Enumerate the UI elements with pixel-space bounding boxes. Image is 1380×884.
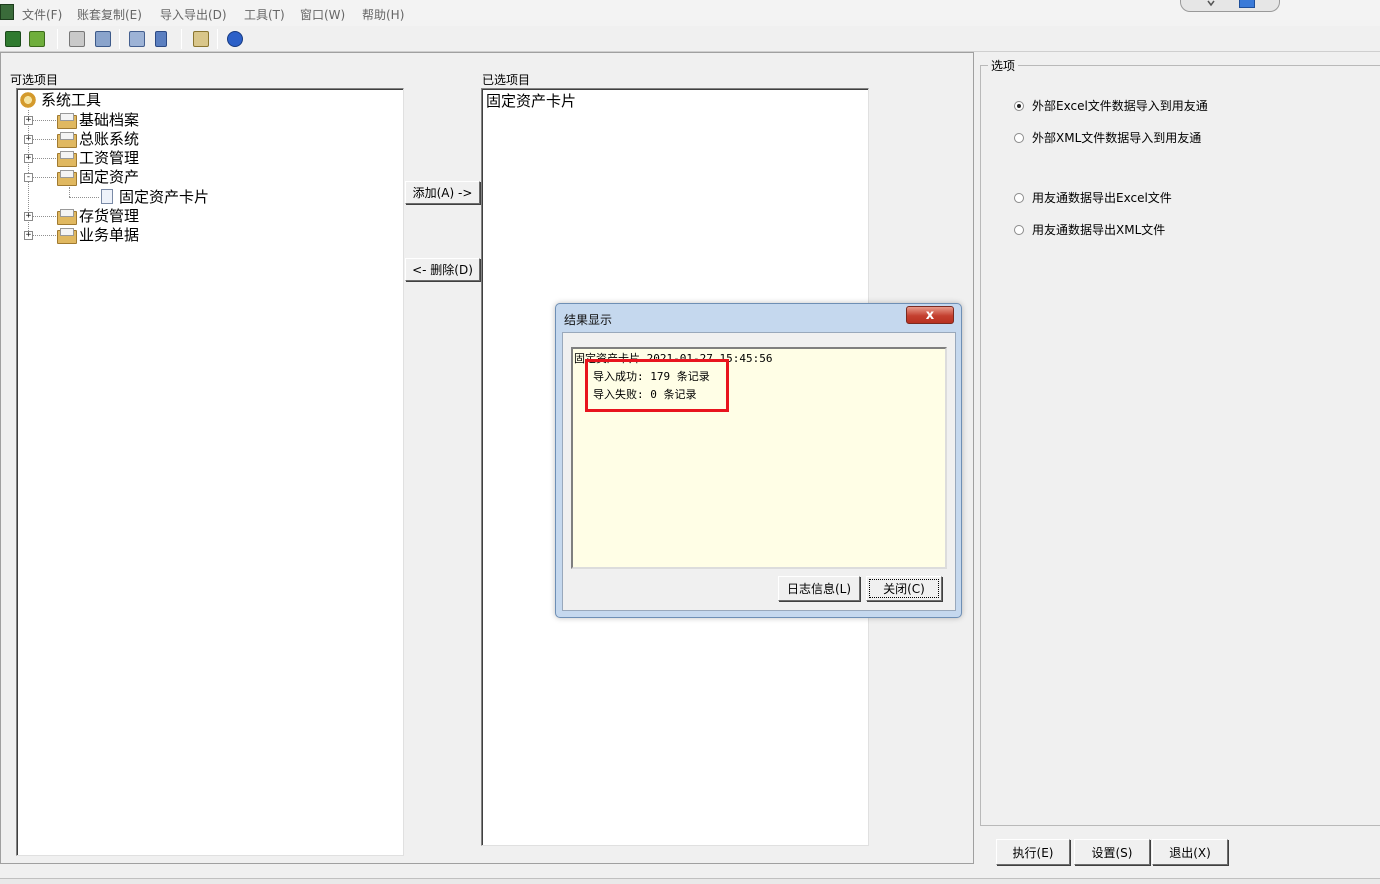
menu-import-export[interactable]: 导入导出(D) <box>160 6 227 23</box>
close-button[interactable]: 关闭(C) <box>866 576 942 601</box>
menu-file[interactable]: 文件(F) <box>22 6 62 23</box>
radio-label: 用友通数据导出XML文件 <box>1032 223 1166 237</box>
radio-label: 用友通数据导出Excel文件 <box>1032 191 1172 205</box>
close-icon[interactable]: x <box>906 306 954 324</box>
expand-icon[interactable]: + <box>24 154 33 163</box>
exit-button[interactable]: 退出(X) <box>1152 839 1228 865</box>
menu-window[interactable]: 窗口(W) <box>300 6 345 23</box>
tree-item-general-ledger[interactable]: 总账系统 <box>57 129 139 148</box>
app-icon <box>0 4 14 20</box>
radio-excel-export[interactable]: 用友通数据导出Excel文件 <box>1014 189 1172 206</box>
help-icon[interactable] <box>225 29 245 49</box>
radio-unchecked-icon[interactable] <box>1014 132 1024 143</box>
folder-icon <box>57 208 77 225</box>
menu-help[interactable]: 帮助(H) <box>362 6 404 23</box>
database-icon[interactable] <box>151 29 171 49</box>
folder-icon <box>57 131 77 148</box>
user-icon[interactable] <box>1239 0 1255 8</box>
copy-window-icon[interactable] <box>93 29 113 49</box>
radio-xml-export[interactable]: 用友通数据导出XML文件 <box>1014 221 1165 238</box>
chevron-down-icon[interactable] <box>1203 0 1219 8</box>
radio-unchecked-icon[interactable] <box>1014 224 1024 235</box>
document-icon <box>101 189 113 204</box>
expand-icon[interactable]: + <box>24 135 33 144</box>
tree-item-label: 固定资产卡片 <box>119 187 210 206</box>
available-items-label: 可选项目 <box>10 73 59 87</box>
execute-button[interactable]: 执行(E) <box>996 839 1070 865</box>
folder-icon <box>57 150 77 167</box>
toolbar-separator <box>57 29 58 49</box>
tree-connector <box>69 187 70 197</box>
result-dialog: 结果显示 x 固定资产卡片 2021-01-27 15:45:56 导入成功: … <box>555 303 962 618</box>
tree-root-label: 系统工具 <box>41 90 102 109</box>
toolbar <box>0 26 1380 52</box>
tree-connector <box>32 235 56 236</box>
selected-items-label: 已选项目 <box>482 73 531 87</box>
expand-icon[interactable]: + <box>24 116 33 125</box>
tree-root[interactable]: 系统工具 <box>19 90 101 109</box>
tree-item-fixed-assets[interactable]: 固定资产 <box>57 167 139 186</box>
menu-bar: 文件(F) 账套复制(E) 导入导出(D) 工具(T) 窗口(W) 帮助(H) <box>0 0 1380 26</box>
tree-item-label: 固定资产 <box>79 167 140 186</box>
dialog-title: 结果显示 <box>564 313 613 327</box>
radio-unchecked-icon[interactable] <box>1014 192 1024 203</box>
toolbar-separator <box>119 29 120 49</box>
add-button[interactable]: 添加(A) -> <box>405 181 480 204</box>
available-items-tree[interactable]: 系统工具 + 基础档案 + 总账系统 + 工资管理 - 固定资产 固定资产卡片 … <box>16 88 404 856</box>
tree-item-business-docs[interactable]: 业务单据 <box>57 225 139 244</box>
highlight-box <box>585 359 729 412</box>
collapse-icon[interactable]: - <box>24 173 33 182</box>
options-group <box>980 65 1380 826</box>
tree-item-label: 业务单据 <box>79 225 140 244</box>
radio-checked-icon[interactable] <box>1014 100 1024 111</box>
print-icon[interactable] <box>127 29 147 49</box>
tree-connector <box>32 158 56 159</box>
tree-connector <box>32 177 56 178</box>
tree-item-label: 存货管理 <box>79 206 140 225</box>
remove-button[interactable]: <- 删除(D) <box>405 258 480 281</box>
toolbar-separator <box>217 29 218 49</box>
tree-connector <box>32 120 56 121</box>
settings-button[interactable]: 设置(S) <box>1074 839 1150 865</box>
export-icon[interactable] <box>27 29 47 49</box>
excel-icon[interactable] <box>3 29 23 49</box>
edit-icon[interactable] <box>191 29 211 49</box>
menu-tools[interactable]: 工具(T) <box>244 6 285 23</box>
tree-connector <box>69 197 99 198</box>
tree-item-label: 总账系统 <box>79 129 140 148</box>
expand-icon[interactable]: + <box>24 231 33 240</box>
tree-item-inventory[interactable]: 存货管理 <box>57 206 139 225</box>
options-legend: 选项 <box>988 57 1019 74</box>
log-info-button[interactable]: 日志信息(L) <box>778 576 860 601</box>
expand-icon[interactable]: + <box>24 212 33 221</box>
radio-xml-import[interactable]: 外部XML文件数据导入到用友通 <box>1014 129 1201 146</box>
tree-item-label: 工资管理 <box>79 148 140 167</box>
folder-icon <box>57 112 77 129</box>
tree-connector <box>32 139 56 140</box>
radio-label: 外部XML文件数据导入到用友通 <box>1032 131 1202 145</box>
window-controls <box>1180 0 1280 12</box>
folder-icon <box>57 227 77 244</box>
tree-item-label: 基础档案 <box>79 110 140 129</box>
tree-item-basic-archives[interactable]: 基础档案 <box>57 110 139 129</box>
radio-label: 外部Excel文件数据导入到用友通 <box>1032 99 1208 113</box>
folder-icon <box>57 169 77 186</box>
status-bar <box>0 878 1380 884</box>
selected-item[interactable]: 固定资产卡片 <box>486 90 576 111</box>
menu-account-copy[interactable]: 账套复制(E) <box>77 6 142 23</box>
tree-item-payroll[interactable]: 工资管理 <box>57 148 139 167</box>
gear-icon <box>19 90 37 109</box>
tree-item-fixed-asset-card[interactable]: 固定资产卡片 <box>101 187 209 206</box>
tree-connector <box>32 216 56 217</box>
toolbar-separator <box>181 29 182 49</box>
tools-icon[interactable] <box>67 29 87 49</box>
radio-excel-import[interactable]: 外部Excel文件数据导入到用友通 <box>1014 97 1208 114</box>
